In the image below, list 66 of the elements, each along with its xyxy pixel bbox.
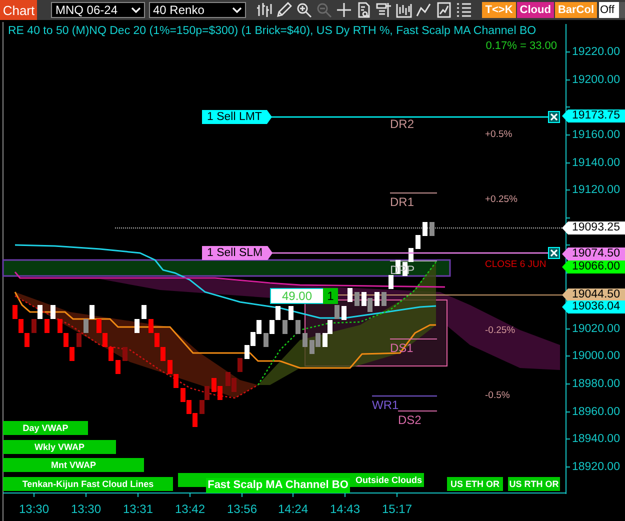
price-axis-label: 18960.00 (572, 406, 620, 418)
price-axis-label: 18940.00 (572, 433, 620, 445)
crosshair-icon[interactable] (336, 2, 352, 18)
indicator-label: Fast Scalp MA Channel BO (206, 478, 350, 493)
pivot-label: WR1 (372, 398, 399, 412)
price-label: 49.00 (270, 288, 324, 304)
price-marker: 19074.50 (562, 248, 625, 260)
line-chart-icon[interactable] (416, 2, 432, 18)
document-search-icon[interactable] (356, 2, 372, 18)
indicator-label: US RTH OR (508, 477, 560, 491)
chart-title: RE 40 to 50 (M)NQ Dec 20 (1%=150p=$300) (1 Brick=$40), US Dy RTH %, Fast Scalp MA Channel BO (8, 25, 536, 37)
indicator-label: Tenkan-Kijun Fast Cloud Lines (3, 477, 173, 491)
time-axis-label: 13:42 (174, 502, 206, 516)
framed-chart-icon[interactable] (436, 2, 452, 18)
time-axis-label: 13:31 (122, 502, 154, 516)
percent-label: +0.5% (485, 129, 512, 140)
time-axis-label: 15:17 (382, 502, 412, 516)
time-axis-label: 13:30 (18, 502, 50, 516)
price-axis-label: 19200.00 (572, 74, 620, 86)
indicator-label: US ETH OR (447, 477, 503, 491)
percent-label: CLOSE 6 JUN (485, 259, 546, 270)
zoom-in-icon[interactable] (296, 2, 312, 18)
indicator-label: Day VWAP (3, 421, 88, 435)
quantity-label: 1 (323, 288, 338, 304)
time-axis-label: 14:43 (330, 502, 360, 516)
price-axis-label: 18920.00 (572, 461, 620, 473)
price-marker: 19093.25 (562, 222, 625, 234)
pivot-label: DR2 (390, 117, 414, 131)
change-label: 0.17% = 33.00 (486, 40, 557, 52)
chart-button[interactable]: Chart (0, 0, 38, 20)
close-icon[interactable] (548, 111, 560, 123)
price-axis-label: 19160.00 (572, 129, 620, 141)
pivot-label: DS2 (398, 413, 422, 427)
price-axis-label: 19140.00 (572, 157, 620, 169)
price-axis-label: 19000.00 (572, 350, 620, 362)
price-axis-label: 18980.00 (572, 378, 620, 390)
caret-icon (131, 7, 141, 13)
price-marker: 19036.04 (562, 300, 625, 314)
bar-chart-icon[interactable] (256, 2, 272, 18)
price-axis-label: 19120.00 (572, 184, 620, 196)
percent-label: -0.5% (485, 390, 510, 401)
time-axis-label: 14:24 (278, 502, 308, 516)
bar-type-dropdown[interactable]: 40 Renko (149, 2, 246, 18)
mode-dropdown[interactable]: Off (599, 2, 625, 18)
percent-label: -0.25% (485, 325, 516, 336)
indicator-label: Mnt VWAP (3, 458, 144, 472)
price-marker: 19066.00 (562, 260, 625, 274)
price-marker: 19044.50 (562, 288, 625, 302)
time-axis-label: 13:30 (70, 502, 102, 516)
toggle-button[interactable]: Cloud (516, 2, 554, 18)
price-axis-label: 19020.00 (572, 323, 620, 335)
instrument-dropdown[interactable]: MNQ 06-24 (51, 2, 145, 18)
close-icon[interactable] (548, 247, 560, 259)
percent-label: +0.25% (485, 194, 518, 205)
pencil-icon[interactable] (276, 2, 292, 18)
order-label[interactable]: 1 Sell SLM (202, 246, 273, 260)
indicator-label: Wkly VWAP (3, 440, 116, 454)
price-marker: 19173.75 (562, 110, 625, 122)
order-label[interactable]: 1 Sell LMT (202, 110, 272, 124)
data-box-icon[interactable] (376, 2, 392, 18)
pivot-label: DR1 (390, 195, 414, 209)
time-axis-label: 13:56 (226, 502, 258, 516)
list-icon[interactable] (456, 2, 472, 18)
caret-icon (232, 7, 242, 13)
price-axis-label: 19220.00 (572, 46, 620, 58)
chart-box-icon[interactable] (396, 2, 412, 18)
